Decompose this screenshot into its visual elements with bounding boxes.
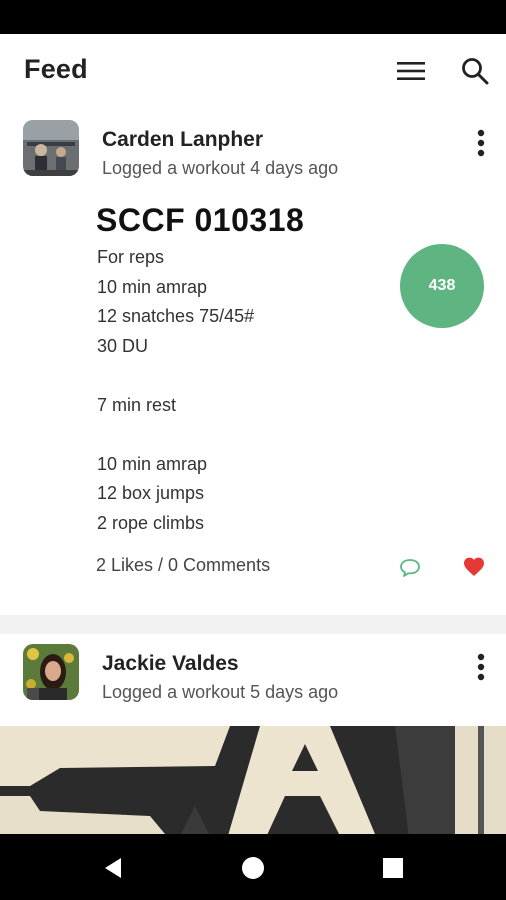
- search-button[interactable]: [455, 51, 495, 91]
- user-name[interactable]: Carden Lanpher: [102, 128, 263, 152]
- menu-button[interactable]: [391, 51, 431, 91]
- page-title: Feed: [24, 54, 88, 84]
- menu-icon: [397, 62, 425, 80]
- workout-line: 2 rope climbs: [97, 512, 205, 533]
- workout-line: 30 DU: [97, 335, 149, 356]
- recents-icon: [383, 858, 403, 878]
- heart-icon: [464, 557, 484, 576]
- workout-line: 12 snatches 75/45#: [97, 306, 255, 326]
- more-options-button[interactable]: [466, 126, 496, 160]
- post-subtitle: Logged a workout 4 days ago: [102, 158, 339, 178]
- more-vert-icon: [477, 653, 485, 681]
- avatar[interactable]: [23, 120, 79, 176]
- feed-item[interactable]: Jackie Valdes Logged a workout 5 days ag…: [0, 634, 506, 834]
- app-bar: Feed: [0, 34, 506, 110]
- post-image[interactable]: [0, 726, 506, 834]
- likes-comments-count[interactable]: 2 Likes / 0 Comments: [96, 555, 270, 576]
- workout-description: For reps 10 min amrap 12 snatches 75/45#…: [97, 243, 254, 538]
- workout-line: [97, 361, 254, 391]
- comment-button[interactable]: [398, 557, 422, 579]
- comment-icon: [400, 559, 420, 577]
- feed-item[interactable]: Carden Lanpher Logged a workout 4 days a…: [0, 110, 506, 615]
- user-name[interactable]: Jackie Valdes: [102, 652, 239, 676]
- back-icon: [105, 858, 121, 878]
- more-vert-icon: [477, 129, 485, 157]
- workout-line: For reps: [97, 247, 165, 267]
- score-badge[interactable]: 438: [400, 244, 484, 328]
- workout-line: 10 min amrap: [97, 453, 208, 474]
- home-icon: [242, 857, 264, 879]
- like-button[interactable]: [462, 555, 486, 579]
- workout-line: 10 min amrap: [97, 276, 208, 297]
- search-icon: [462, 58, 489, 85]
- avatar[interactable]: [23, 644, 79, 700]
- status-bar: [0, 0, 506, 34]
- post-subtitle: Logged a workout 5 days ago: [102, 682, 339, 702]
- workout-title: SCCF 010318: [96, 202, 305, 238]
- recents-button[interactable]: [375, 850, 411, 886]
- workout-line: [97, 420, 254, 450]
- back-button[interactable]: [95, 850, 131, 886]
- workout-line: 12 box jumps: [97, 483, 205, 503]
- workout-line: 7 min rest: [97, 394, 177, 415]
- home-button[interactable]: [235, 850, 271, 886]
- more-options-button[interactable]: [466, 650, 496, 684]
- navigation-bar: [0, 834, 506, 900]
